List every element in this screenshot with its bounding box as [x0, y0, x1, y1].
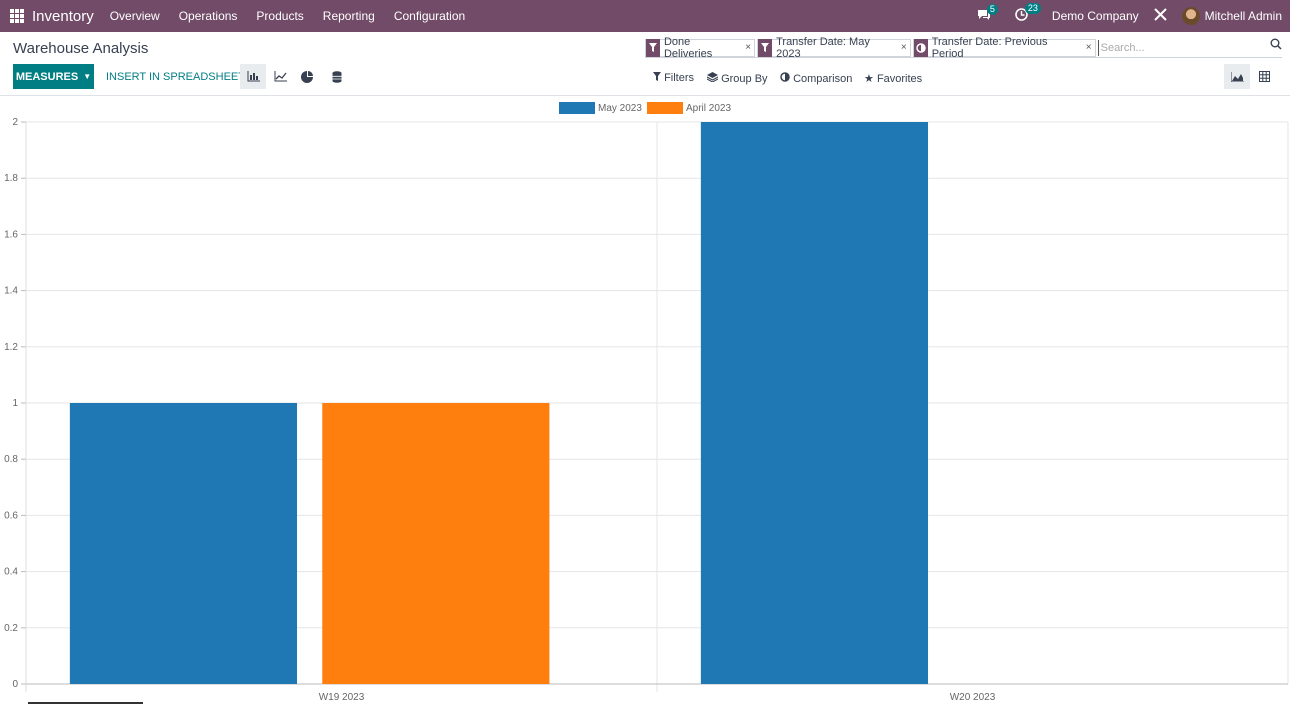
legend-swatch: [559, 102, 595, 114]
messages-badge: 5: [986, 3, 998, 15]
facet-done-deliveries[interactable]: Done Deliveries ×: [645, 35, 756, 60]
facet-label: Transfer Date: May 2023: [776, 35, 870, 60]
pie-chart-button[interactable]: [294, 64, 320, 89]
line-chart-button[interactable]: [267, 64, 293, 89]
y-tick-label: 1.4: [4, 286, 18, 297]
measures-label: MEASURES: [15, 70, 79, 83]
facet-label: Transfer Date: Previous Period: [931, 35, 1048, 60]
y-tick-label: 0.6: [4, 510, 18, 521]
comparison-icon: [913, 38, 928, 57]
y-tick-label: 1.2: [4, 342, 18, 353]
comparison-button[interactable]: Comparison: [780, 72, 852, 85]
insert-in-spreadsheet-button[interactable]: INSERT IN SPREADSHEET: [106, 71, 245, 83]
avatar[interactable]: [1181, 7, 1200, 25]
area-chart-icon: [1230, 71, 1244, 82]
company-switcher[interactable]: Demo Company: [1052, 9, 1139, 23]
menu-reporting[interactable]: Reporting: [323, 9, 375, 23]
caret-down-icon: ▼: [83, 72, 92, 81]
y-tick-label: 0.8: [4, 454, 18, 465]
y-tick-label: 1.6: [4, 229, 18, 240]
menu-operations[interactable]: Operations: [179, 9, 238, 23]
x-tick-label: W19 2023: [319, 692, 365, 702]
apps-menu-icon[interactable]: [10, 9, 24, 23]
facet-transfer-date-may[interactable]: Transfer Date: May 2023 ×: [757, 35, 911, 60]
legend-label: May 2023: [598, 103, 642, 114]
filters-button[interactable]: Filters: [653, 72, 694, 84]
page-title: Warehouse Analysis: [13, 40, 149, 57]
comparison-label: Comparison: [793, 73, 853, 85]
legend-label: April 2023: [686, 103, 731, 114]
y-tick-label: 0.4: [4, 567, 18, 578]
measures-button[interactable]: MEASURES ▼: [13, 64, 94, 89]
remove-facet-icon[interactable]: ×: [745, 42, 754, 53]
layers-icon: [706, 72, 721, 85]
legend-swatch: [647, 102, 683, 114]
comparison-icon: [780, 72, 793, 85]
y-tick-label: 1: [12, 398, 18, 409]
activities-icon[interactable]: 23: [1015, 3, 1041, 24]
filters-label: Filters: [664, 72, 695, 84]
facet-label: Done Deliveries: [663, 35, 713, 60]
top-navbar: Inventory Overview Operations Products R…: [0, 0, 1290, 32]
graph-view-button[interactable]: [1224, 64, 1250, 89]
filter-icon: [646, 38, 660, 57]
remove-facet-icon[interactable]: ×: [1086, 42, 1095, 53]
favorites-label: Favorites: [876, 73, 923, 85]
bar-chart: 0 0.2 0.4 0.6 0.8 1 1.2 1.4 1.6 1.8 2 W19 2023 W20 2…: [4, 102, 1289, 702]
group-by-label: Group By: [721, 73, 768, 85]
bar-1-2: [700, 122, 929, 684]
messages-icon[interactable]: 5: [977, 3, 998, 24]
line-chart-icon: [274, 71, 287, 82]
facet-transfer-date-previous[interactable]: Transfer Date: Previous Period ×: [912, 35, 1096, 60]
x-tick-label: W20 2023: [950, 692, 996, 702]
activities-badge: 23: [1024, 3, 1041, 14]
table-icon: [1258, 71, 1270, 82]
menu-products[interactable]: Products: [256, 9, 303, 23]
search-input[interactable]: [1097, 39, 1283, 56]
bar-chart-button[interactable]: [240, 64, 266, 89]
y-tick-label: 0: [12, 679, 18, 690]
pie-chart-icon: [301, 70, 313, 83]
bar-chart-icon: [247, 71, 260, 82]
group-by-button[interactable]: Group By: [706, 72, 768, 85]
systray: 5 23 Demo Company Mitchell Admin: [977, 0, 1282, 32]
filter-icon: [758, 38, 773, 57]
debug-tools-icon[interactable]: [1153, 7, 1168, 26]
bar-2-1: [322, 403, 550, 684]
bar-1-1: [69, 403, 298, 684]
menu-overview[interactable]: Overview: [110, 9, 160, 23]
pivot-view-button[interactable]: [1251, 64, 1277, 89]
search-bar: Done Deliveries × Transfer Date: May 202…: [645, 35, 1283, 60]
favorites-button[interactable]: ★ Favorites: [864, 72, 922, 85]
database-icon: [332, 70, 342, 83]
y-tick-label: 2: [12, 117, 18, 128]
filter-icon: [653, 72, 664, 84]
star-icon: ★: [864, 73, 874, 85]
menu-configuration[interactable]: Configuration: [394, 9, 465, 23]
y-tick-label: 1.8: [4, 173, 18, 184]
user-menu[interactable]: Mitchell Admin: [1205, 9, 1282, 23]
y-tick-label: 0.2: [4, 623, 18, 634]
search-icon[interactable]: [1270, 38, 1282, 53]
app-name[interactable]: Inventory: [32, 8, 94, 25]
remove-facet-icon[interactable]: ×: [901, 42, 910, 53]
stacked-database-button[interactable]: [324, 64, 350, 89]
